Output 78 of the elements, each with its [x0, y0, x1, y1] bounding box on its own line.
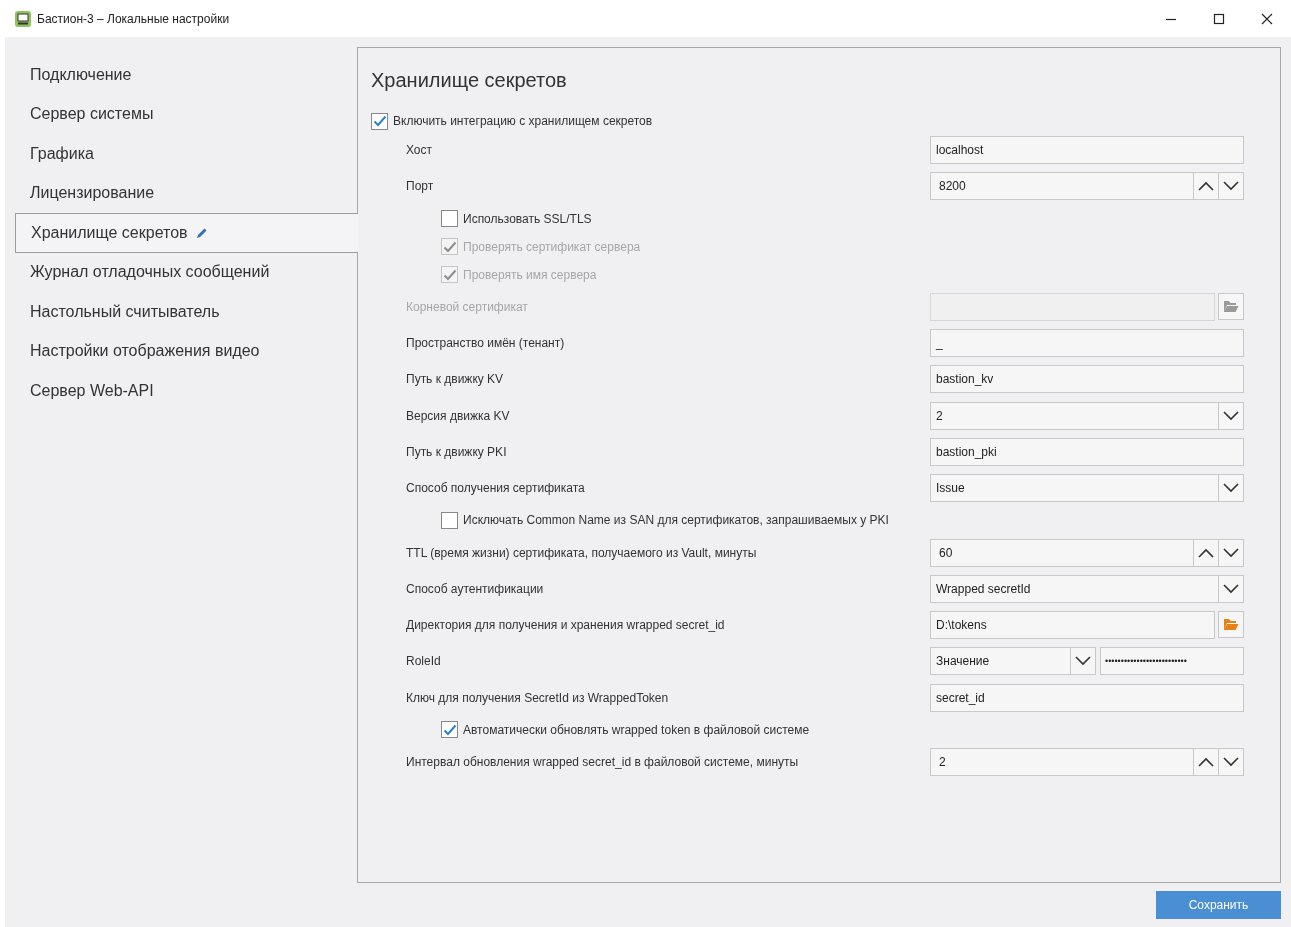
checkbox[interactable]: [441, 511, 458, 529]
dropdown-field[interactable]: Issue: [930, 474, 1219, 503]
chevron-down-icon: [1223, 583, 1239, 594]
field-label: Корневой сертификат: [406, 299, 529, 314]
chevron-up-icon: [1198, 757, 1214, 767]
dropdown-button[interactable]: [1219, 401, 1244, 430]
path-field[interactable]: [930, 292, 1215, 321]
sidebar-item[interactable]: Настройки отображения видео: [5, 331, 357, 371]
field-label: RoleId: [406, 654, 442, 669]
text-field[interactable]: bastion_pki: [930, 437, 1244, 466]
sidebar-item[interactable]: Лицензирование: [5, 173, 357, 213]
chevron-down-icon: [1223, 410, 1239, 421]
folder-icon: [1223, 618, 1239, 632]
text-field[interactable]: secret_id: [930, 683, 1244, 712]
increment-button[interactable]: [1194, 538, 1219, 567]
text-field[interactable]: _: [930, 329, 1244, 358]
browse-button[interactable]: [1218, 292, 1244, 320]
sidebar-item[interactable]: Сервер системы: [5, 94, 357, 134]
checkbox[interactable]: [441, 210, 458, 228]
field-label: Ключ для получения SecretId из WrappedToken: [406, 690, 670, 705]
number-field[interactable]: 60: [930, 538, 1194, 567]
checkbox-label: Исключать Common Name из SAN для сертификатов, запрашиваемых у PKI: [463, 513, 889, 528]
field-label: Хост: [406, 143, 434, 158]
maximize-icon: [1213, 12, 1225, 25]
decrement-button[interactable]: [1219, 172, 1244, 201]
close-icon: [1261, 12, 1273, 25]
dropdown-button[interactable]: [1071, 647, 1096, 676]
field-label: Версия движка KV: [406, 408, 511, 423]
number-field[interactable]: 2: [930, 748, 1194, 776]
field-label: Способ получения сертификата: [406, 481, 586, 496]
sidebar-item[interactable]: Настольный считыватель: [5, 292, 357, 332]
pencil-icon: [195, 226, 208, 239]
field-label: Путь к движку KV: [406, 372, 505, 387]
number-field[interactable]: 8200: [930, 172, 1194, 201]
text-field[interactable]: localhost: [930, 136, 1244, 165]
decrement-button[interactable]: [1219, 748, 1244, 776]
chevron-down-icon: [1223, 483, 1239, 494]
dropdown-button[interactable]: [1219, 474, 1244, 503]
text-field[interactable]: bastion_kv: [930, 365, 1244, 394]
checkbox-label: Включить интеграцию с хранилищем секретов: [393, 114, 653, 128]
sidebar-item[interactable]: Графика: [5, 134, 357, 174]
field-label: Порт: [406, 179, 435, 194]
checkbox[interactable]: [441, 721, 458, 739]
checkbox-label: Автоматически обновлять wrapped token в файловой системе: [463, 722, 810, 737]
chevron-down-icon: [1075, 656, 1091, 667]
sidebar-item[interactable]: Хранилище секретов: [15, 213, 358, 253]
path-field[interactable]: D:\tokens: [930, 611, 1215, 640]
field-label: Директория для получения и хранения wrapped secret_id: [406, 618, 726, 633]
sidebar-item[interactable]: Подключение: [5, 55, 357, 95]
chevron-down-icon: [1223, 547, 1239, 558]
panel-title: Хранилище секретов: [371, 68, 568, 93]
dropdown-field[interactable]: Значение: [930, 647, 1071, 676]
window-title: Бастион-3 – Локальные настройки: [37, 11, 230, 26]
field-label: Путь к движку PKI: [406, 444, 508, 459]
chevron-up-icon: [1198, 547, 1214, 558]
chevron-down-icon: [1223, 757, 1239, 767]
field-label: Интервал обновления wrapped secret_id в файловой системе, минуты: [406, 755, 800, 769]
monitor-icon: [14, 9, 32, 28]
sidebar-item[interactable]: Журнал отладочных сообщений: [5, 252, 357, 292]
folder-icon: [1223, 299, 1239, 313]
chevron-up-icon: [1198, 181, 1214, 192]
sidebar-item[interactable]: Сервер Web-API: [5, 371, 357, 411]
checkbox-label: Проверять имя сервера: [463, 267, 597, 282]
field-label: TTL (время жизни) сертификата, получаемого из Vault, минуты: [406, 545, 758, 560]
dropdown-field[interactable]: Wrapped secretId: [930, 574, 1219, 603]
decrement-button[interactable]: [1219, 538, 1244, 567]
checkbox-label: Проверять сертификат сервера: [463, 239, 641, 254]
field-label: Пространство имён (тенант): [406, 336, 566, 351]
increment-button[interactable]: [1194, 172, 1219, 201]
dropdown-button[interactable]: [1219, 574, 1244, 603]
chevron-down-icon: [1223, 181, 1239, 192]
browse-button[interactable]: [1218, 611, 1244, 639]
field-label: Способ аутентификации: [406, 581, 545, 596]
checkbox-label: Использовать SSL/TLS: [463, 211, 592, 226]
checkbox[interactable]: [371, 112, 388, 130]
password-field[interactable]: ••••••••••••••••••••••••••: [1100, 647, 1244, 676]
increment-button[interactable]: [1194, 748, 1219, 776]
dropdown-field[interactable]: 2: [930, 401, 1219, 430]
